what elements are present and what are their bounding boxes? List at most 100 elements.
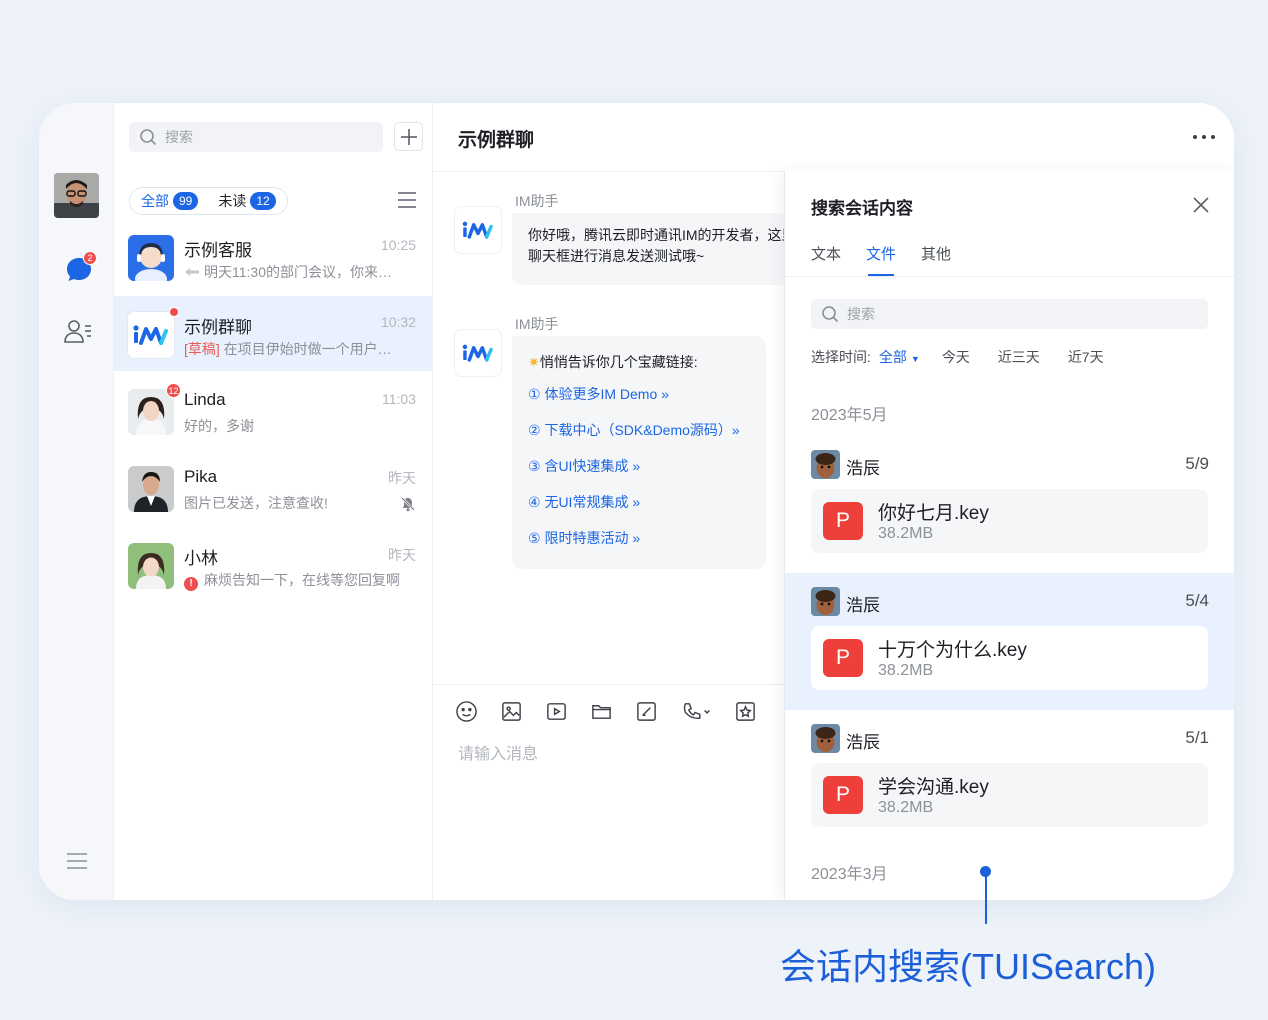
keynote-file-icon: P	[823, 639, 863, 677]
chat-panel: 示例群聊 IM助手 你好哦，腾讯云即时通讯IM的开发者，这里是 聊天框进行消息发…	[433, 103, 1234, 900]
time-option-today[interactable]: 今天	[942, 347, 970, 367]
link-im-demo[interactable]: ① 体验更多IM Demo »	[528, 376, 750, 412]
callout-line	[985, 876, 987, 924]
close-icon[interactable]	[1191, 195, 1211, 215]
conversation-name: Pika	[184, 467, 218, 486]
conversation-time: 昨天	[388, 547, 416, 563]
conversation-filter: 全部 99 未读 12	[129, 187, 288, 215]
tab-file[interactable]: 文件	[866, 243, 896, 276]
conversation-item[interactable]: 小林 昨天 ! 麻烦告知一下，在线等您回复啊	[114, 527, 432, 602]
link-no-ui-integration[interactable]: ④ 无UI常规集成 »	[528, 484, 750, 520]
link-promotion[interactable]: ⑤ 限时特惠活动 »	[528, 520, 750, 556]
message-text: 你好哦，腾讯云即时通讯IM的开发者，这里是	[528, 227, 810, 243]
message-bubble: ✷悄悄告诉你几个宝藏链接: ① 体验更多IM Demo » ② 下载中心（SDK…	[512, 336, 766, 569]
app-window: 2 搜索 全部 99 未读 12 示例客服 10:25 明天11:30的部门会议…	[39, 103, 1234, 900]
filter-all-tab[interactable]: 全部 99	[133, 190, 206, 212]
panel-search-input[interactable]: 搜索	[811, 299, 1208, 329]
conversation-item[interactable]: 示例客服 10:25 明天11:30的部门会议，你来…	[114, 219, 432, 294]
conversation-item[interactable]: Pika 昨天 图片已发送，注意查收!	[114, 450, 432, 525]
emoji-icon[interactable]	[455, 700, 478, 723]
group-avatar	[128, 312, 174, 358]
time-option-3days[interactable]: 近三天	[998, 347, 1040, 367]
conversation-search-input[interactable]: 搜索	[129, 122, 383, 152]
file-result[interactable]: 浩辰 5/9 P 你好七月.key 38.2MB	[785, 436, 1234, 573]
plus-icon	[400, 128, 417, 145]
conversation-name: 示例客服	[184, 241, 252, 260]
month-header: 2023年3月	[811, 866, 888, 883]
file-size: 38.2MB	[878, 662, 934, 679]
file-name: 学会沟通.key	[878, 777, 989, 798]
file-sender: 浩辰	[846, 733, 880, 752]
conversation-list: 搜索 全部 99 未读 12 示例客服 10:25 明天11:30的部门会议，你…	[114, 103, 433, 900]
file-result[interactable]: 浩辰 5/1 P 学会沟通.key 38.2MB	[785, 710, 1234, 847]
image-icon[interactable]	[500, 700, 523, 723]
conversation-preview: 图片已发送，注意查收!	[184, 495, 328, 511]
my-avatar[interactable]	[54, 173, 99, 218]
tab-text[interactable]: 文本	[811, 243, 841, 276]
list-menu-icon[interactable]	[397, 191, 417, 209]
unread-dot	[169, 307, 179, 317]
favorite-icon[interactable]	[734, 700, 757, 723]
link-download-center[interactable]: ② 下载中心（SDK&Demo源码）»	[528, 412, 750, 448]
filter-unread-tab[interactable]: 未读 12	[210, 190, 283, 212]
search-panel: 搜索会话内容 文本 文件 其他 搜索 选择时间: 全部 ▼ 今天 近三天 近7天…	[784, 171, 1234, 900]
conversation-item-active[interactable]: 示例群聊 10:32 [草稿] 在项目伊始时做一个用户…	[114, 296, 432, 371]
xiaolin-avatar	[128, 543, 174, 589]
file-size: 38.2MB	[878, 525, 934, 542]
video-icon[interactable]	[545, 700, 568, 723]
filter-unread-count: 12	[250, 192, 276, 210]
input-toolbar	[455, 700, 757, 723]
conversation-time: 10:25	[380, 237, 416, 253]
pika-avatar	[128, 466, 174, 512]
search-icon	[822, 306, 839, 323]
preview-text: 明天11:30的部门会议，你来…	[204, 264, 392, 280]
conversation-time: 10:32	[380, 314, 416, 330]
phone-call-icon[interactable]	[680, 700, 712, 723]
file-sender: 浩辰	[846, 459, 880, 478]
input-divider	[433, 684, 793, 685]
chat-unread-badge: 2	[83, 251, 97, 265]
conversation-preview: 明天11:30的部门会议，你来…	[184, 262, 416, 282]
search-placeholder: 搜索	[165, 129, 193, 145]
message-bubble: 你好哦，腾讯云即时通讯IM的开发者，这里是 聊天框进行消息发送测试哦~	[512, 213, 812, 285]
more-options-icon[interactable]	[1190, 127, 1218, 147]
search-panel-title: 搜索会话内容	[811, 199, 913, 218]
file-card[interactable]: P 学会沟通.key 38.2MB	[811, 763, 1208, 827]
draft-tag: [草稿]	[184, 341, 220, 357]
time-filter: 选择时间: 全部 ▼ 今天 近三天 近7天	[811, 347, 1104, 367]
conversation-preview: 好的，多谢	[184, 418, 254, 434]
time-option-all[interactable]: 全部 ▼	[879, 347, 920, 367]
file-result-highlighted[interactable]: 浩辰 5/4 P 十万个为什么.key 38.2MB	[785, 573, 1234, 710]
time-option-7days[interactable]: 近7天	[1068, 347, 1104, 367]
mute-bell-icon	[400, 496, 416, 512]
search-icon	[140, 129, 157, 146]
screenshot-icon[interactable]	[635, 700, 658, 723]
filter-all-count: 99	[173, 192, 199, 210]
reply-arrow-icon	[185, 268, 199, 276]
preview-text: 麻烦告知一下，在线等您回复啊	[204, 572, 400, 588]
user-avatar	[811, 587, 840, 616]
tab-other[interactable]: 其他	[921, 243, 951, 276]
conversation-time: 11:03	[382, 391, 416, 407]
bot-avatar	[455, 207, 501, 253]
message-text: 聊天框进行消息发送测试哦~	[528, 248, 705, 264]
folder-icon[interactable]	[590, 700, 613, 723]
conversation-preview: [草稿] 在项目伊始时做一个用户…	[184, 339, 416, 359]
tab-divider	[785, 276, 1234, 277]
conversation-item[interactable]: 12 Linda 11:03 好的，多谢	[114, 373, 432, 448]
message-sender: IM助手	[515, 316, 559, 332]
preview-text: 在项目伊始时做一个用户…	[223, 341, 392, 357]
nav-contacts-icon[interactable]	[63, 317, 93, 347]
month-header: 2023年5月	[811, 407, 888, 424]
send-failed-icon: !	[184, 576, 198, 591]
add-conversation-button[interactable]	[394, 122, 423, 151]
settings-menu-icon[interactable]	[65, 851, 89, 871]
file-name: 十万个为什么.key	[878, 640, 1027, 661]
link-ui-integration[interactable]: ③ 含UI快速集成 »	[528, 448, 750, 484]
user-avatar	[811, 450, 840, 479]
file-name: 你好七月.key	[878, 503, 989, 524]
message-input[interactable]: 请输入消息	[458, 740, 538, 764]
file-card[interactable]: P 十万个为什么.key 38.2MB	[811, 626, 1208, 690]
im-logo-icon	[133, 325, 168, 345]
file-card[interactable]: P 你好七月.key 38.2MB	[811, 489, 1208, 553]
